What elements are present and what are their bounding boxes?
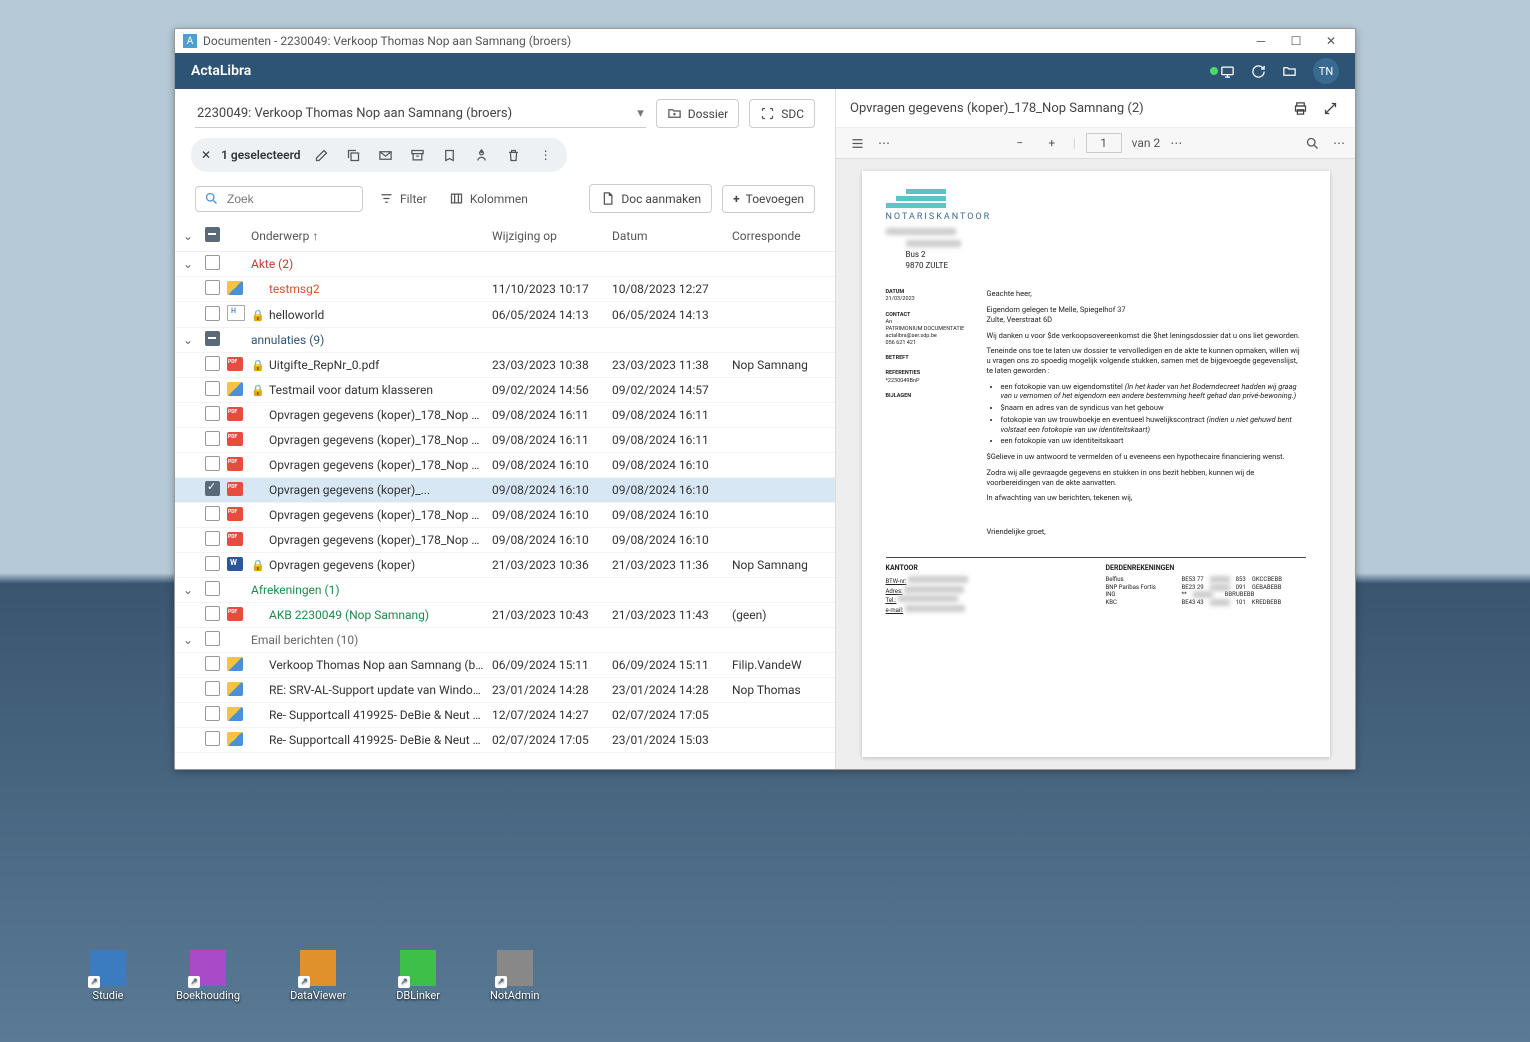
pdf-page: NOTARISKANTOOR Bus 2 9870 ZULTE DATUM21/… xyxy=(862,171,1330,757)
user-avatar[interactable]: TN xyxy=(1313,58,1339,84)
dossier-select[interactable]: 2230049: Verkoop Thomas Nop aan Samnang … xyxy=(195,100,646,128)
columns-button[interactable]: Kolommen xyxy=(443,187,534,210)
group-row[interactable]: ⌄Email berichten (10) xyxy=(175,628,835,653)
toolbar-more-icon[interactable]: ⋯ xyxy=(878,136,890,150)
status-indicator[interactable] xyxy=(1210,64,1235,79)
table-row[interactable]: 🔒Opvragen gegevens (koper)21/03/2023 10:… xyxy=(175,553,835,578)
mail-icon[interactable] xyxy=(375,144,397,166)
desktop-icon[interactable]: DBLinker xyxy=(396,950,440,1002)
expand-icon[interactable] xyxy=(1319,97,1341,119)
edit-icon[interactable] xyxy=(311,144,333,166)
table-row[interactable]: Opvragen gegevens (koper)_...09/08/2024 … xyxy=(175,478,835,503)
desktop-icon[interactable]: DataViewer xyxy=(290,950,346,1002)
table-row[interactable]: Re- Supportcall 419925- DeBie & Neut $ (… xyxy=(175,703,835,728)
documents-pane: 2230049: Verkoop Thomas Nop aan Samnang … xyxy=(175,89,836,769)
search-input[interactable] xyxy=(195,186,363,212)
refresh-icon[interactable] xyxy=(1251,64,1266,79)
maximize-button[interactable]: ☐ xyxy=(1280,34,1312,48)
zoom-out-icon[interactable]: − xyxy=(1009,132,1031,154)
zoom-in-icon[interactable]: + xyxy=(1041,132,1063,154)
add-button[interactable]: + Toevoegen xyxy=(722,185,815,213)
table-row[interactable]: 🔒helloworld06/05/2024 14:1306/05/2024 14… xyxy=(175,302,835,328)
close-button[interactable]: ✕ xyxy=(1315,34,1347,48)
dossier-select-value: 2230049: Verkoop Thomas Nop aan Samnang … xyxy=(197,106,512,121)
table-row[interactable]: Verkoop Thomas Nop aan Samnang (broers) … xyxy=(175,653,835,678)
group-row[interactable]: ⌄Afrekeningen (1) xyxy=(175,578,835,603)
sidebar-toggle-icon[interactable] xyxy=(846,132,868,154)
app-toolbar: ActaLibra TN xyxy=(175,53,1355,89)
group-row[interactable]: ⌄Akte (2) xyxy=(175,252,835,277)
selection-chip: ✕ 1 geselecteerd ⋮ xyxy=(191,138,567,172)
close-selection-icon[interactable]: ✕ xyxy=(201,148,211,162)
brand: ActaLibra xyxy=(191,63,251,79)
table-row[interactable]: Opvragen gegevens (koper)_178_Nop Samnan… xyxy=(175,503,835,528)
col-date[interactable]: Datum xyxy=(612,229,732,243)
table-row[interactable]: Opvragen gegevens (koper)_178_Nop Samnan… xyxy=(175,428,835,453)
note-icon[interactable] xyxy=(439,144,461,166)
app-window: A Documenten - 2230049: Verkoop Thomas N… xyxy=(174,28,1356,770)
table-row[interactable]: RE: SRV-AL-Support update van Windows 20… xyxy=(175,678,835,703)
preview-pane: Opvragen gegevens (koper)_178_Nop Samnan… xyxy=(836,89,1355,769)
page-number-input[interactable]: 1 xyxy=(1086,133,1122,153)
search-icon xyxy=(204,191,219,206)
pdf-viewport[interactable]: NOTARISKANTOOR Bus 2 9870 ZULTE DATUM21/… xyxy=(836,159,1355,769)
col-corr[interactable]: Corresponde xyxy=(732,229,827,243)
search-field[interactable] xyxy=(225,191,354,207)
col-modified[interactable]: Wijziging op xyxy=(492,229,612,243)
documents-table: ⌄ Onderwerp ↑ Wijziging op Datum Corresp… xyxy=(175,221,835,769)
titlebar: A Documenten - 2230049: Verkoop Thomas N… xyxy=(175,29,1355,53)
table-row[interactable]: AKB 2230049 (Nop Samnang)21/03/2023 10:4… xyxy=(175,603,835,628)
table-row[interactable]: Opvragen gegevens (koper)_178_Nop Samnan… xyxy=(175,403,835,428)
table-row[interactable]: 🔒Testmail voor datum klasseren09/02/2024… xyxy=(175,378,835,403)
table-row[interactable]: testmsg211/10/2023 10:1710/08/2023 12:27 xyxy=(175,277,835,302)
table-row[interactable]: Opvragen gegevens (koper)_178_Nop Samnan… xyxy=(175,528,835,553)
desktop-icon[interactable]: Boekhouding xyxy=(176,950,240,1002)
table-header: ⌄ Onderwerp ↑ Wijziging op Datum Corresp… xyxy=(175,221,835,252)
doc-create-button[interactable]: Doc aanmaken xyxy=(589,184,712,213)
filter-button[interactable]: Filter xyxy=(373,187,433,210)
archive-icon[interactable] xyxy=(407,144,429,166)
person-icon[interactable] xyxy=(471,144,493,166)
print-icon[interactable] xyxy=(1289,97,1311,119)
folder-icon[interactable] xyxy=(1282,64,1297,79)
minimize-button[interactable]: ─ xyxy=(1245,34,1277,48)
chevron-down-icon: ▾ xyxy=(637,106,644,121)
app-icon: A xyxy=(183,34,197,48)
copy-icon[interactable] xyxy=(343,144,365,166)
pdf-toolbar: ⋯ − + | 1 van 2 ⋯ ⋯ xyxy=(836,128,1355,159)
window-controls: ─ ☐ ✕ xyxy=(1245,34,1347,48)
group-row[interactable]: ⌄annulaties (9) xyxy=(175,328,835,353)
preview-title: Opvragen gegevens (koper)_178_Nop Samnan… xyxy=(850,101,1144,116)
sdc-button[interactable]: SDC xyxy=(749,99,815,128)
desktop-icon[interactable]: Studie xyxy=(90,950,126,1002)
selection-label: 1 geselecteerd xyxy=(221,148,301,162)
col-subject[interactable]: Onderwerp ↑ xyxy=(251,229,492,243)
table-row[interactable]: 🔒Uitgifte_RepNr_0.pdf23/03/2023 10:3823/… xyxy=(175,353,835,378)
table-row[interactable]: Opvragen gegevens (koper)_178_Nop Samnan… xyxy=(175,453,835,478)
delete-icon[interactable] xyxy=(503,144,525,166)
dossier-button[interactable]: Dossier xyxy=(656,99,739,128)
collapse-all-icon[interactable]: ⌄ xyxy=(183,229,193,243)
window-title: Documenten - 2230049: Verkoop Thomas Nop… xyxy=(203,34,571,48)
toolbar-more3-icon[interactable]: ⋯ xyxy=(1333,136,1345,150)
toolbar-more2-icon[interactable]: ⋯ xyxy=(1170,136,1182,150)
desktop-icon[interactable]: NotAdmin xyxy=(490,950,540,1002)
table-row[interactable]: Re- Supportcall 419925- DeBie & Neut $ (… xyxy=(175,728,835,753)
find-icon[interactable] xyxy=(1301,132,1323,154)
select-all-checkbox[interactable] xyxy=(205,227,220,242)
page-of-label: van 2 xyxy=(1132,136,1161,150)
more-icon[interactable]: ⋮ xyxy=(535,144,557,166)
